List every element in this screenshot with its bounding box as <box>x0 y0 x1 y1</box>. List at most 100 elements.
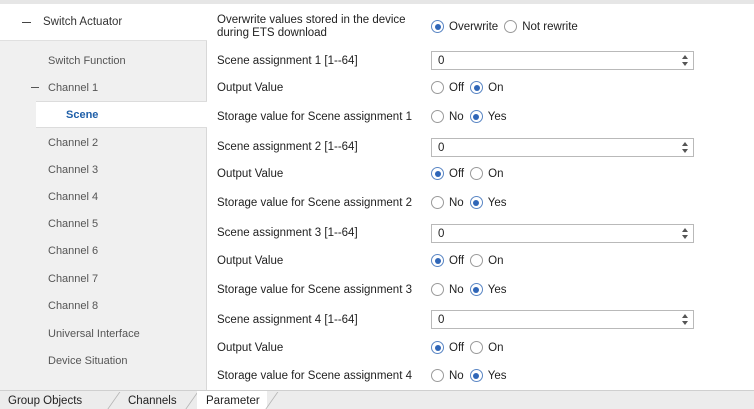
param-label-scene-assignment-1: Scene assignment 1 [1--64] <box>217 55 358 67</box>
param-label-storage-value-3: Storage value for Scene assignment 3 <box>217 284 412 296</box>
spin-arrows-icon[interactable] <box>681 313 689 326</box>
tree-item-label: Scene <box>66 108 99 121</box>
storage-value-1-radio-group: No Yes <box>431 110 512 123</box>
radio-selected-icon <box>469 196 483 209</box>
radio-yes[interactable]: Yes <box>469 196 507 209</box>
radio-off[interactable]: Off <box>431 81 464 94</box>
tree-item-channel-2[interactable]: Channel 2 <box>0 129 207 156</box>
radio-label: Yes <box>487 110 507 123</box>
tree-item-label: Channel 3 <box>48 163 99 176</box>
tree-root-switch-actuator[interactable]: Switch Actuator <box>0 4 207 41</box>
output-value-2-radio-group: Off On <box>431 167 509 180</box>
param-label-output-value-1: Output Value <box>217 82 284 94</box>
radio-label: Off <box>449 254 465 267</box>
radio-label: On <box>488 341 504 354</box>
radio-unselected-icon <box>470 341 484 354</box>
tree-item-scene[interactable]: Scene <box>0 101 207 128</box>
overwrite-radio-group: Overwrite Not rewrite <box>431 20 584 33</box>
radio-unselected-icon <box>504 20 518 33</box>
radio-label: Off <box>449 81 465 94</box>
radio-on[interactable]: On <box>470 341 503 354</box>
tree-item-channel-7[interactable]: Channel 7 <box>0 265 207 292</box>
spinbox-value: 0 <box>438 313 445 326</box>
radio-unselected-icon <box>431 81 444 94</box>
parameter-panel: Overwrite values stored in the device du… <box>208 4 754 390</box>
tab-channels[interactable]: Channels <box>128 391 188 409</box>
tab-parameter[interactable]: Parameter <box>197 391 267 409</box>
tree-item-channel-6[interactable]: Channel 6 <box>0 237 207 264</box>
tree-item-label: Channel 1 <box>48 81 99 94</box>
radio-selected-icon <box>431 167 444 180</box>
radio-unselected-icon <box>431 369 444 382</box>
tree-item-channel-4[interactable]: Channel 4 <box>0 183 207 210</box>
tree-item-channel-1[interactable]: Channel 1 <box>0 74 207 101</box>
tree-item-switch-function[interactable]: Switch Function <box>0 47 207 74</box>
scene-assignment-4-spinbox[interactable]: 0 <box>431 310 694 329</box>
radio-not-rewrite[interactable]: Not rewrite <box>504 20 578 33</box>
collapse-minus-icon[interactable] <box>22 21 31 23</box>
tree-item-label: Device Situation <box>48 354 128 367</box>
radio-label: On <box>488 167 504 180</box>
spinbox-value: 0 <box>438 141 445 154</box>
radio-selected-icon <box>469 283 483 296</box>
radio-unselected-icon <box>470 254 484 267</box>
radio-unselected-icon <box>470 167 484 180</box>
radio-on[interactable]: On <box>470 254 503 267</box>
radio-no[interactable]: No <box>431 283 464 296</box>
scene-assignment-1-spinbox[interactable]: 0 <box>431 51 694 70</box>
radio-selected-icon <box>431 20 444 33</box>
radio-label: On <box>488 254 504 267</box>
radio-no[interactable]: No <box>431 196 464 209</box>
radio-no[interactable]: No <box>431 369 464 382</box>
spin-arrows-icon[interactable] <box>681 141 689 154</box>
tree-item-label: Channel 2 <box>48 136 99 149</box>
radio-off[interactable]: Off <box>431 254 464 267</box>
tab-group-objects[interactable]: Group Objects <box>8 391 108 409</box>
radio-label: No <box>449 283 464 296</box>
spinbox-value: 0 <box>438 54 445 67</box>
radio-overwrite[interactable]: Overwrite <box>431 20 498 33</box>
output-value-4-radio-group: Off On <box>431 341 509 354</box>
radio-label: Yes <box>487 196 507 209</box>
radio-label: On <box>488 81 504 94</box>
radio-label: No <box>449 196 464 209</box>
tree-item-channel-8[interactable]: Channel 8 <box>0 292 207 319</box>
radio-selected-icon <box>431 341 444 354</box>
tree-item-universal-interface[interactable]: Universal Interface <box>0 320 207 347</box>
parameter-tree: Switch Actuator Switch Function Channel … <box>0 4 207 390</box>
radio-selected-icon <box>431 254 444 267</box>
radio-yes[interactable]: Yes <box>469 110 507 123</box>
tree-item-channel-5[interactable]: Channel 5 <box>0 210 207 237</box>
tab-separator <box>106 392 121 409</box>
radio-label: Off <box>449 167 465 180</box>
storage-value-2-radio-group: No Yes <box>431 196 512 209</box>
tree-item-label: Switch Function <box>48 54 126 67</box>
param-label-scene-assignment-4: Scene assignment 4 [1--64] <box>217 314 358 326</box>
output-value-1-radio-group: Off On <box>431 81 509 94</box>
param-label-output-value-3: Output Value <box>217 255 284 267</box>
radio-off[interactable]: Off <box>431 167 464 180</box>
spin-arrows-icon[interactable] <box>681 54 689 67</box>
radio-on[interactable]: On <box>470 167 503 180</box>
collapse-minus-icon[interactable] <box>31 87 39 88</box>
radio-unselected-icon <box>431 283 444 296</box>
tree-item-device-situation[interactable]: Device Situation <box>0 347 207 374</box>
radio-unselected-icon <box>431 110 444 123</box>
tree-item-label: Channel 5 <box>48 217 99 230</box>
spin-arrows-icon[interactable] <box>681 227 689 240</box>
tree-item-label: Channel 8 <box>48 299 99 312</box>
tree-item-label: Universal Interface <box>48 327 140 340</box>
radio-yes[interactable]: Yes <box>469 283 506 296</box>
scene-assignment-3-spinbox[interactable]: 0 <box>431 224 694 243</box>
radio-label: Yes <box>487 369 507 382</box>
radio-on[interactable]: On <box>470 81 503 94</box>
radio-no[interactable]: No <box>431 110 464 123</box>
storage-value-4-radio-group: No Yes <box>431 369 512 382</box>
scene-assignment-2-spinbox[interactable]: 0 <box>431 138 694 157</box>
tab-label: Group Objects <box>8 394 83 407</box>
tree-item-label: Channel 6 <box>48 244 99 257</box>
param-label-overwrite: Overwrite values stored in the device du… <box>217 14 406 39</box>
tree-item-channel-3[interactable]: Channel 3 <box>0 156 207 183</box>
radio-yes[interactable]: Yes <box>469 369 507 382</box>
radio-off[interactable]: Off <box>431 341 464 354</box>
